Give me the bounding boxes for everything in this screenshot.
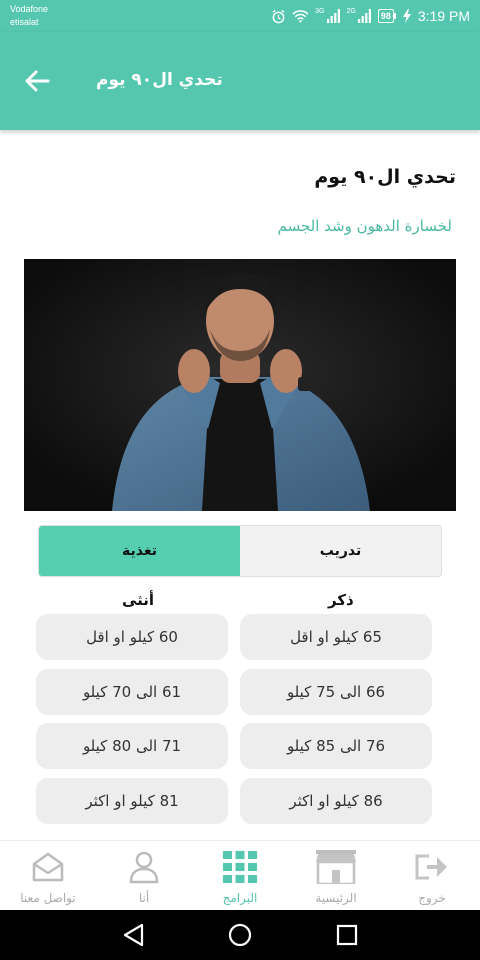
program-tabs: تغذية تدريب (38, 525, 442, 577)
nav-contact-label: تواصل معنا (20, 891, 76, 905)
male-weight-option[interactable]: 66 الى 75 كيلو (240, 669, 432, 715)
clock: 3:19 PM (417, 8, 470, 24)
circle-home-icon (228, 923, 252, 947)
female-weight-option[interactable]: 71 الى 80 كيلو (36, 723, 228, 769)
system-back-button[interactable] (120, 922, 146, 948)
logout-icon (415, 847, 449, 887)
user-icon (127, 847, 161, 887)
nav-logout[interactable]: خروج (384, 841, 480, 910)
status-bar: Vodafone etisalat 3G 2G 98 3:19 PM (0, 0, 480, 32)
mail-icon (31, 847, 65, 887)
page-subtitle: لخسارة الدهون وشد الجسم (277, 217, 452, 235)
tab-nutrition[interactable]: تغذية (39, 526, 240, 576)
wifi-icon (292, 9, 309, 23)
nav-programs-label: البرامج (222, 891, 258, 905)
nav-logout-label: خروج (418, 891, 446, 905)
system-navigation-bar (0, 910, 480, 960)
male-weight-option[interactable]: 76 الى 85 كيلو (240, 723, 432, 769)
male-weight-option[interactable]: 65 كيلو او اقل (240, 614, 432, 660)
nav-contact[interactable]: تواصل معنا (0, 841, 96, 910)
signal-icon (357, 9, 372, 23)
triangle-back-icon (123, 923, 144, 947)
system-recents-button[interactable] (334, 922, 360, 948)
female-weight-option[interactable]: 61 الى 70 كيلو (36, 669, 228, 715)
grid-icon (223, 847, 257, 887)
alarm-icon (271, 9, 286, 24)
hero-image (24, 259, 456, 511)
arrow-left-icon (25, 70, 50, 92)
system-home-button[interactable] (227, 922, 253, 948)
nav-me[interactable]: أنا (96, 841, 192, 910)
female-column-header: أنثى (122, 591, 155, 609)
female-weight-option[interactable]: 60 كيلو او اقل (36, 614, 228, 660)
signal-icon (326, 9, 341, 23)
carrier-name-1: Vodafone (10, 4, 49, 14)
nav-home[interactable]: الرئيسية (288, 841, 384, 910)
app-bar: تحدي ال٩٠ يوم (0, 32, 480, 130)
carrier-name-2: etisalat (10, 17, 39, 27)
app-bar-title: تحدي ال٩٠ يوم (96, 70, 223, 90)
female-weight-option[interactable]: 81 كيلو او اكثر (36, 778, 228, 824)
nav-me-label: أنا (138, 891, 150, 905)
battery-icon: 98 (377, 9, 396, 23)
square-recents-icon (336, 924, 358, 946)
bottom-navigation: تواصل معنا أنا البرامج الرئيسية خروج (0, 840, 480, 910)
male-column-header: ذكر (328, 591, 354, 609)
store-icon (316, 847, 356, 887)
signal-2-label: 2G (346, 7, 356, 15)
nav-home-label: الرئيسية (315, 891, 357, 905)
page-title: تحدي ال٩٠ يوم (314, 166, 456, 188)
battery-level: 98 (377, 9, 394, 23)
nav-programs[interactable]: البرامج (192, 841, 288, 910)
charging-icon (402, 9, 412, 23)
signal-1-label: 3G (315, 7, 325, 15)
male-weight-option[interactable]: 86 كيلو او اكثر (240, 778, 432, 824)
back-button[interactable] (20, 66, 54, 96)
tab-training[interactable]: تدريب (240, 526, 441, 576)
